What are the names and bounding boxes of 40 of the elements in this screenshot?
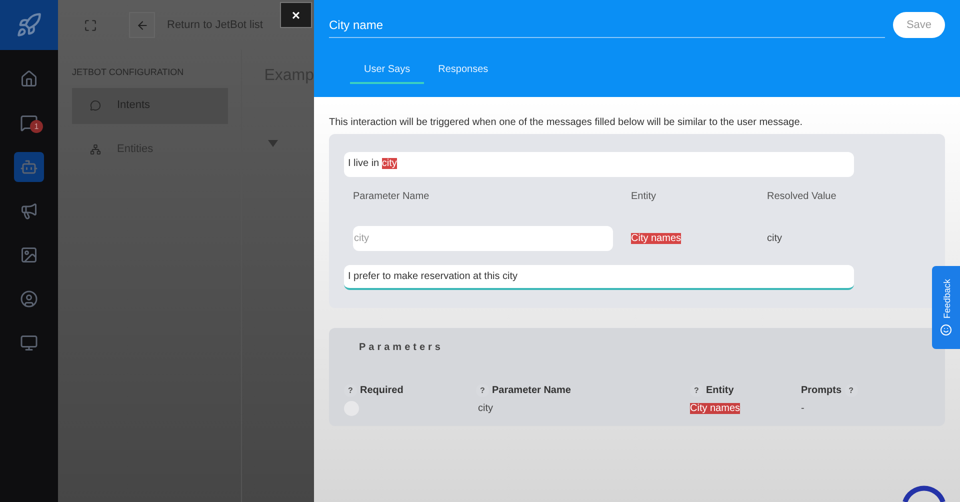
tab[interactable]: Responses [424,56,502,84]
notification-badge: 1 [30,120,43,133]
nav-item[interactable]: 1 [14,108,44,138]
tree-icon [90,144,101,155]
nav-item[interactable] [14,152,44,182]
save-button[interactable]: Save [893,12,945,38]
parameter-name-field[interactable]: city [353,226,613,251]
example-field[interactable]: I live in city [344,152,854,177]
intent-name-field[interactable]: City name [329,12,885,38]
monitor-icon [20,334,38,352]
description-text: This interaction will be triggered when one of the messages filled below will be similar to the user message. [329,116,804,130]
chat-icon [90,100,101,111]
rocket-logo-icon [16,12,42,38]
close-button[interactable]: × [280,2,312,28]
parameter-name: city [478,403,493,414]
tab[interactable]: User Says [350,56,424,84]
entity-tag: City names [690,403,740,414]
gallery-icon [20,246,38,264]
megaphone-icon [20,202,38,220]
entity-tag: City names [631,233,682,244]
column-header: Resolved Value [767,191,836,202]
resolved-value: city [767,233,782,244]
feedback-tab[interactable]: Feedback [932,266,960,349]
home-icon [20,70,38,88]
column-header: Prompts [801,384,842,398]
robot-icon [20,158,38,176]
caret-down-icon [268,140,278,147]
back-button[interactable] [129,12,155,38]
column-header: Required [360,384,404,398]
parameters-title: Parameters [358,341,444,355]
column-header: Parameter Name [353,191,430,202]
column-header: Entity [631,191,656,202]
smiley-icon [940,324,952,336]
fullscreen-icon[interactable] [84,18,97,32]
user-icon [20,290,38,308]
back-arrow-icon [136,18,148,32]
example-field[interactable]: I prefer to make reservation at this city [344,265,854,290]
column-header: Parameter Name [492,384,571,398]
column-header: Entity [706,384,734,398]
prompts-value: - [801,403,804,414]
